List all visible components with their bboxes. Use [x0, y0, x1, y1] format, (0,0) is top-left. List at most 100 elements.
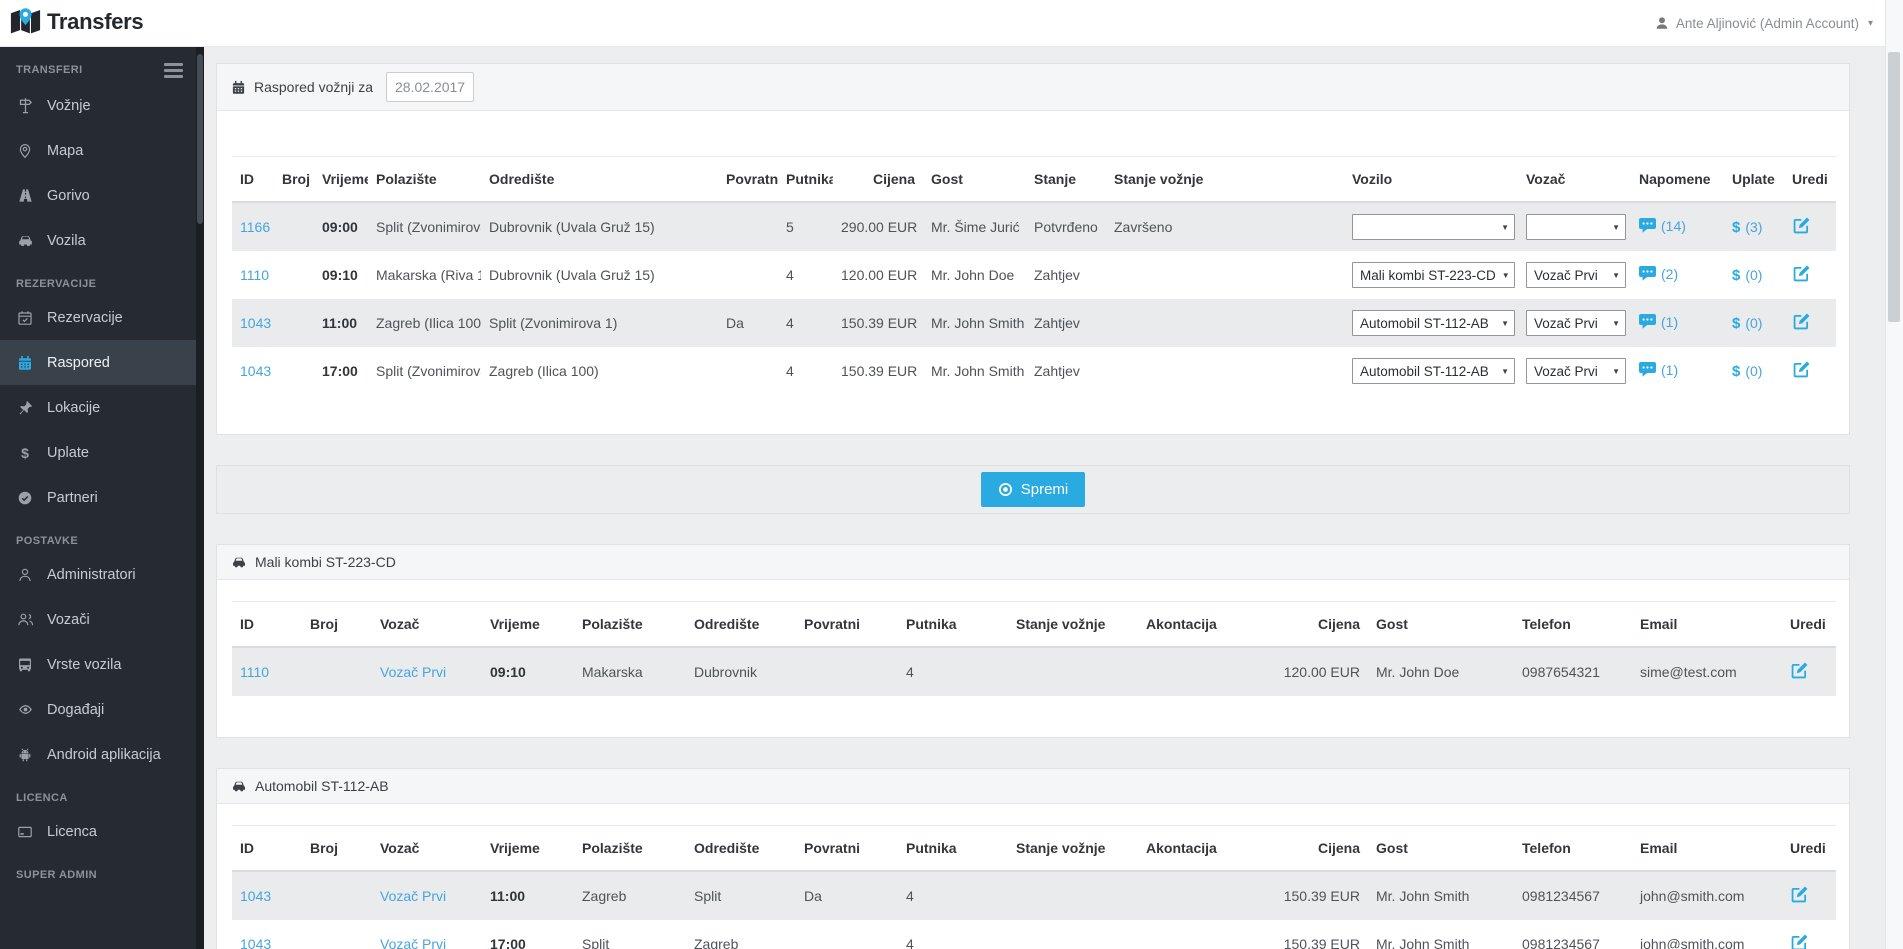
- ride-id-link[interactable]: 1166: [240, 219, 270, 235]
- driver-select[interactable]: Vozač Prvi ▼: [1526, 358, 1626, 384]
- driver-link[interactable]: Vozač Prvi: [380, 664, 446, 680]
- driver-link[interactable]: Vozač Prvi: [380, 888, 446, 904]
- select-caret-icon: ▼: [1501, 222, 1509, 232]
- sidebar-section-rezervacije: REZERVACIJE: [16, 278, 97, 290]
- account-menu[interactable]: Ante Aljinović (Admin Account) ▾: [1655, 0, 1873, 46]
- ride-id-link[interactable]: 1043: [240, 315, 271, 331]
- select-caret-icon: ▼: [1612, 366, 1620, 376]
- vehicle-panel-title: Automobil ST-112-AB: [255, 778, 389, 794]
- target-icon: [998, 482, 1013, 497]
- schedule-panel-title: Raspored vožnji za: [254, 79, 374, 95]
- sidebar-item-gorivo[interactable]: Gorivo: [0, 173, 196, 218]
- ride-id-link[interactable]: 1110: [240, 664, 269, 680]
- card-icon: [16, 824, 34, 840]
- app-logo: Transfers: [10, 6, 144, 37]
- edit-button[interactable]: [1792, 360, 1811, 379]
- notes-link[interactable]: (1): [1639, 362, 1678, 378]
- vehicle-select[interactable]: Automobil ST-112-AB ▼: [1352, 358, 1515, 384]
- sidebar-item-uplate[interactable]: $ Uplate: [0, 430, 196, 475]
- map-pin-logo-icon: [10, 6, 41, 37]
- edit-button[interactable]: [1790, 933, 1809, 949]
- vehicle-select[interactable]: ▼: [1352, 214, 1515, 240]
- dollar-icon: $: [1732, 266, 1741, 284]
- sidebar-section-transferi: TRANSFERI: [0, 46, 196, 83]
- ride-id-link[interactable]: 1043: [240, 888, 271, 904]
- main-content: Raspored vožnji za ID Broj Vrijeme Polaz…: [204, 46, 1886, 949]
- dollar-icon: $: [1732, 362, 1741, 380]
- ride-id-link[interactable]: 1110: [240, 267, 269, 283]
- sidebar-item-vozila[interactable]: Vozila: [0, 218, 196, 263]
- sidebar-item-rezervacije[interactable]: Rezervacije: [0, 295, 196, 340]
- sidebar-item-licenca[interactable]: Licenca: [0, 809, 196, 854]
- sidebar-scrollbar[interactable]: [196, 46, 204, 949]
- vehicle-table-header-row: ID Broj Vozač Vrijeme Polazište Odredišt…: [232, 825, 1836, 872]
- select-caret-icon: ▼: [1501, 366, 1509, 376]
- vehicle-panel-header: Automobil ST-112-AB: [217, 769, 1849, 804]
- sidebar-item-vozaci[interactable]: Vozači: [0, 597, 196, 642]
- comment-icon: [1639, 362, 1656, 377]
- edit-button[interactable]: [1792, 264, 1811, 283]
- driver-link[interactable]: Vozač Prvi: [380, 936, 446, 949]
- account-name: Ante Aljinović (Admin Account): [1675, 15, 1859, 31]
- sidebar-item-administratori[interactable]: Administratori: [0, 552, 196, 597]
- globe-check-icon: [16, 490, 34, 506]
- vehicle-table: ID Broj Vozač Vrijeme Polazište Odredišt…: [232, 825, 1836, 949]
- sidebar-item-voznje[interactable]: Vožnje: [0, 83, 196, 128]
- sidebar-section-licenca: LICENCA: [16, 792, 68, 804]
- sidebar-item-mapa[interactable]: Mapa: [0, 128, 196, 173]
- ride-id-link[interactable]: 1043: [240, 363, 271, 379]
- vehicle-select[interactable]: Automobil ST-112-AB ▼: [1352, 310, 1515, 336]
- save-button[interactable]: Spremi: [980, 472, 1086, 507]
- date-input[interactable]: [386, 72, 475, 102]
- payments-link[interactable]: $ (0): [1732, 363, 1762, 380]
- dollar-icon: $: [1732, 314, 1741, 332]
- ride-id-link[interactable]: 1043: [240, 936, 271, 949]
- vehicle-table-header-row: ID Broj Vozač Vrijeme Polazište Odredišt…: [232, 601, 1836, 648]
- edit-button[interactable]: [1792, 312, 1811, 331]
- sidebar-item-android-aplikacija[interactable]: Android aplikacija: [0, 732, 196, 777]
- eye-icon: [16, 701, 34, 718]
- select-caret-icon: ▼: [1612, 318, 1620, 328]
- driver-select[interactable]: Vozač Prvi ▼: [1526, 310, 1626, 336]
- vehicle-row: 1043 Vozač Prvi 11:00 Zagreb Split Da 4 …: [232, 871, 1836, 920]
- payments-link[interactable]: $ (0): [1732, 267, 1762, 284]
- topbar: Transfers Ante Aljinović (Admin Account)…: [0, 0, 1903, 47]
- menu-toggle-icon[interactable]: [164, 61, 183, 78]
- car-icon: [16, 232, 34, 249]
- sidebar-item-lokacije[interactable]: Lokacije: [0, 385, 196, 430]
- calendar-check-icon: [16, 310, 34, 326]
- sidebar-scrollbar-thumb[interactable]: [197, 54, 203, 224]
- sidebar-item-dogadjaji[interactable]: Događaji: [0, 687, 196, 732]
- app-title: Transfers: [47, 8, 144, 34]
- comment-icon: [1639, 218, 1656, 233]
- signpost-icon: [16, 97, 34, 114]
- sidebar-item-raspored[interactable]: Raspored: [0, 340, 196, 385]
- sidebar-section-postavke: POSTAVKE: [16, 535, 79, 547]
- vehicle-panel-header: Mali kombi ST-223-CD: [217, 545, 1849, 580]
- bus-icon: [16, 657, 34, 673]
- driver-select[interactable]: ▼: [1526, 214, 1626, 240]
- vehicle-select[interactable]: Mali kombi ST-223-CD ▼: [1352, 262, 1515, 288]
- calendar-icon: [16, 355, 34, 371]
- notes-link[interactable]: (1): [1639, 314, 1678, 330]
- sidebar-item-partneri[interactable]: Partneri: [0, 475, 196, 520]
- edit-button[interactable]: [1792, 216, 1811, 235]
- user-icon: [16, 567, 34, 583]
- sidebar-item-vrste-vozila[interactable]: Vrste vozila: [0, 642, 196, 687]
- schedule-table-header-row: ID Broj Vrijeme Polazište Odredište Povr…: [232, 156, 1836, 203]
- notes-link[interactable]: (2): [1639, 266, 1678, 282]
- chevron-down-icon: ▾: [1867, 17, 1873, 29]
- edit-button[interactable]: [1790, 885, 1809, 904]
- page-scrollbar-thumb[interactable]: [1888, 52, 1900, 322]
- page-scrollbar[interactable]: [1885, 0, 1903, 949]
- sidebar-section-super-admin: SUPER ADMIN: [16, 869, 97, 881]
- sidebar: TRANSFERI Vožnje Mapa Gorivo Vozila REZE…: [0, 46, 204, 949]
- payments-link[interactable]: $ (3): [1732, 219, 1762, 236]
- notes-link[interactable]: (14): [1639, 218, 1686, 234]
- user-icon: [1655, 16, 1669, 30]
- edit-button[interactable]: [1790, 661, 1809, 680]
- schedule-row: 1043 17:00 Split (Zvonimirova 1) Zagreb …: [232, 347, 1836, 395]
- vehicle-row: 1110 Vozač Prvi 09:10 Makarska Dubrovnik…: [232, 647, 1836, 696]
- payments-link[interactable]: $ (0): [1732, 315, 1762, 332]
- driver-select[interactable]: Vozač Prvi ▼: [1526, 262, 1626, 288]
